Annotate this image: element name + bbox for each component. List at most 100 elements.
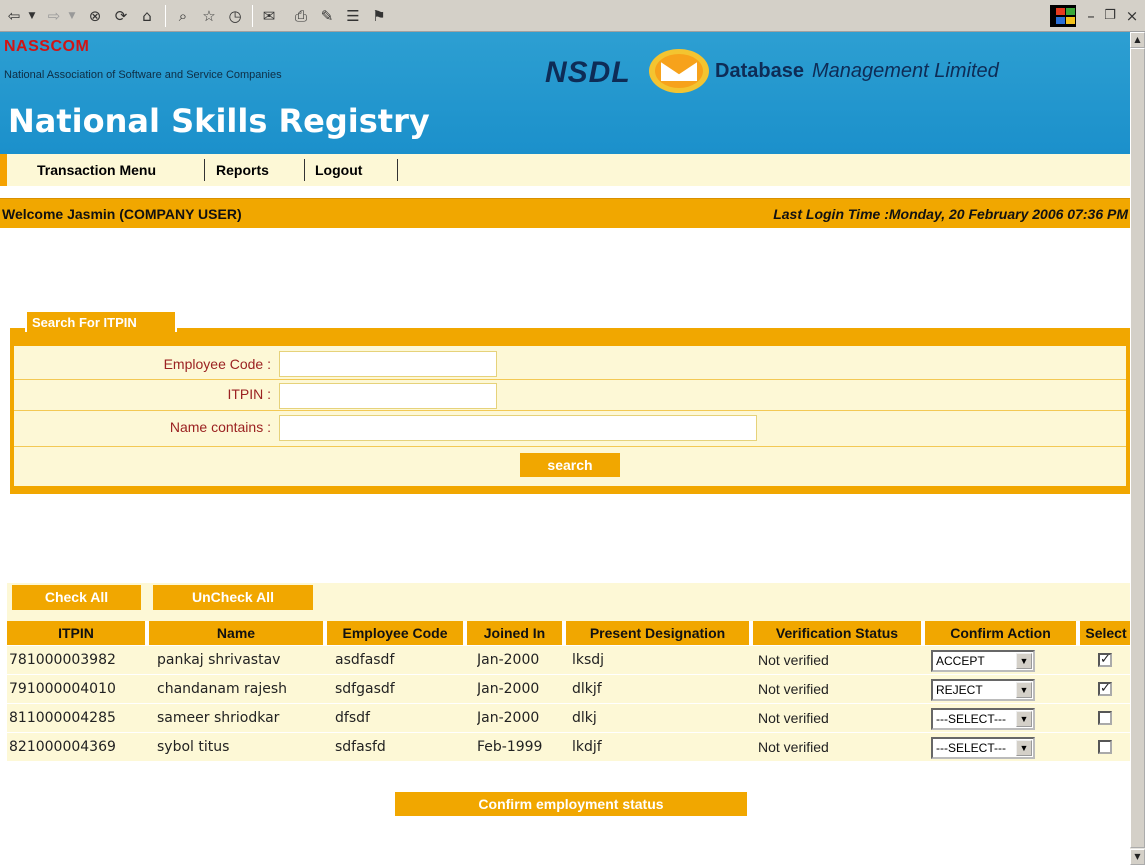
back-dropdown-icon[interactable]: ▼ (26, 6, 38, 26)
employee-code-input[interactable] (279, 351, 497, 377)
discuss-icon[interactable]: ☰ (342, 6, 364, 26)
select-checkbox[interactable]: ✓ (1098, 653, 1112, 667)
search-button[interactable]: search (520, 453, 620, 477)
cell-joined-in: Feb-1999 (477, 739, 543, 755)
cell-verification-status: Not verified (758, 739, 829, 755)
cell-joined-in: Jan-2000 (477, 710, 540, 726)
edit-icon[interactable]: ✎ (316, 6, 338, 26)
row-divider (14, 379, 1126, 380)
windows-logo-icon (1050, 5, 1076, 27)
check-all-button[interactable]: Check All (12, 585, 141, 610)
cell-verification-status: Not verified (758, 652, 829, 668)
chevron-down-icon: ▼ (1016, 740, 1032, 756)
select-checkbox[interactable] (1098, 711, 1112, 725)
cell-employee-code: sdfasfd (335, 739, 386, 755)
chevron-down-icon: ▼ (1016, 682, 1032, 698)
confirm-action-value: REJECT (936, 683, 983, 697)
name-contains-input[interactable] (279, 415, 757, 441)
confirm-action-select[interactable]: REJECT ▼ (931, 679, 1035, 701)
scroll-thumb[interactable] (1130, 48, 1145, 848)
toolbar-separator (252, 5, 253, 27)
results-panel: Check All UnCheck All ITPIN Name Employe… (7, 583, 1132, 818)
nav-item-reports[interactable]: Reports (216, 162, 269, 178)
cell-itpin: 821000004369 (9, 739, 116, 755)
last-login-text: Last Login Time :Monday, 20 February 200… (773, 206, 1128, 222)
uncheck-all-button[interactable]: UnCheck All (153, 585, 313, 610)
nav-separator (304, 159, 305, 181)
cell-designation: lksdj (572, 652, 605, 668)
nav-separator (204, 159, 205, 181)
row-divider (14, 410, 1126, 411)
nav-item-logout[interactable]: Logout (315, 162, 362, 178)
site-header: NASSCOM National Association of Software… (0, 32, 1130, 154)
confirm-employment-status-button[interactable]: Confirm employment status (395, 792, 747, 816)
cell-employee-code: dfsdf (335, 710, 370, 726)
cell-employee-code: sdfgasdf (335, 681, 395, 697)
page-title: National Skills Registry (8, 102, 430, 140)
nsdl-emblem-icon (649, 49, 709, 93)
home-icon[interactable]: ⌂ (136, 6, 158, 26)
action-band: Check All UnCheck All (7, 583, 1132, 612)
forward-dropdown-icon[interactable]: ▼ (66, 6, 78, 26)
cell-itpin: 791000004010 (9, 681, 116, 697)
spacer-band (7, 612, 1132, 621)
print-icon[interactable]: ⎙ (290, 6, 312, 26)
toolbar-separator (165, 5, 166, 27)
messenger-icon[interactable]: ⚑ (368, 6, 390, 26)
cell-name: pankaj shrivastav (157, 652, 281, 668)
column-header-verification-status: Verification Status (753, 621, 921, 645)
nav-separator (397, 159, 398, 181)
itpin-input[interactable] (279, 383, 497, 409)
column-header-itpin: ITPIN (7, 621, 145, 645)
cell-designation: dlkj (572, 710, 597, 726)
name-contains-label: Name contains : (169, 419, 271, 435)
refresh-icon[interactable]: ⟳ (110, 6, 132, 26)
nsdl-logo-text: NSDL (545, 56, 631, 89)
itpin-label: ITPIN : (227, 386, 271, 402)
cell-itpin: 781000003982 (9, 652, 116, 668)
database-word: Database (715, 60, 804, 82)
column-header-present-designation: Present Designation (566, 621, 749, 645)
scroll-up-icon[interactable]: ▲ (1130, 32, 1145, 48)
cell-itpin: 811000004285 (9, 710, 116, 726)
confirm-action-select[interactable]: ---SELECT--- ▼ (931, 708, 1035, 730)
stop-icon[interactable]: ⊗ (84, 6, 106, 26)
search-panel: Employee Code : ITPIN : Name contains : … (10, 310, 1130, 494)
search-tab: Search For ITPIN (25, 310, 177, 332)
cell-designation: dlkjf (572, 681, 602, 697)
nav-accent-bar (0, 154, 7, 186)
search-form: Employee Code : ITPIN : Name contains : … (14, 346, 1126, 486)
back-icon[interactable]: ⇦ (4, 6, 24, 26)
confirm-action-select[interactable]: ACCEPT ▼ (931, 650, 1035, 672)
confirm-action-value: ACCEPT (936, 654, 985, 668)
scroll-down-icon[interactable]: ▼ (1130, 849, 1145, 865)
cell-name: sameer shriodkar (157, 710, 280, 726)
confirm-action-value: ---SELECT--- (936, 712, 1006, 726)
forward-icon[interactable]: ⇨ (44, 6, 64, 26)
search-icon[interactable]: ⌕ (172, 6, 194, 26)
minimize-icon[interactable]: – (1084, 6, 1098, 26)
management-limited-word: Management Limited (812, 60, 999, 82)
vertical-scrollbar[interactable]: ▲ ▼ (1130, 32, 1145, 865)
restore-icon[interactable]: ❐ (1102, 6, 1118, 26)
cell-employee-code: asdfasdf (335, 652, 395, 668)
employee-code-label: Employee Code : (163, 356, 271, 372)
cell-joined-in: Jan-2000 (477, 652, 540, 668)
chevron-down-icon: ▼ (1016, 711, 1032, 727)
history-icon[interactable]: ◷ (224, 6, 246, 26)
column-header-confirm-action: Confirm Action (925, 621, 1076, 645)
column-header-name: Name (149, 621, 323, 645)
favorites-icon[interactable]: ☆ (198, 6, 220, 26)
welcome-text: Welcome Jasmin (COMPANY USER) (2, 206, 242, 222)
confirm-action-select[interactable]: ---SELECT--- ▼ (931, 737, 1035, 759)
select-checkbox[interactable] (1098, 740, 1112, 754)
mail-icon[interactable]: ✉ (258, 6, 280, 26)
cell-joined-in: Jan-2000 (477, 681, 540, 697)
search-box: Employee Code : ITPIN : Name contains : … (10, 328, 1130, 494)
nav-item-transaction-menu[interactable]: Transaction Menu (37, 162, 156, 178)
cell-name: chandanam rajesh (157, 681, 288, 697)
browser-toolbar: ⇦ ▼ ⇨ ▼ ⊗ ⟳ ⌂ ⌕ ☆ ◷ ✉ ⎙ ✎ ☰ ⚑ – ❐ × (0, 0, 1145, 32)
close-icon[interactable]: × (1124, 6, 1140, 26)
select-checkbox[interactable]: ✓ (1098, 682, 1112, 696)
cell-name: sybol titus (157, 739, 230, 755)
